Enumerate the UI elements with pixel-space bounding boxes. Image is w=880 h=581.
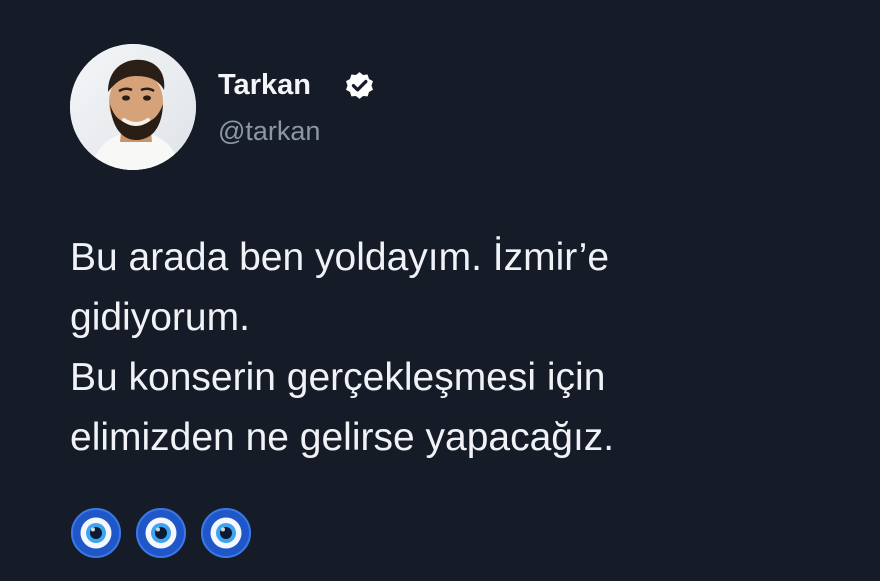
emoji-row (70, 507, 252, 559)
verified-badge-icon (346, 72, 373, 99)
tweet-text-line: Bu arada ben yoldayım. İzmir’e (70, 236, 610, 279)
tweet-card: Tarkan @tarkan Bu arada ben yoldayım. İz… (0, 0, 880, 581)
nazar-amulet-icon (201, 508, 251, 558)
nazar-amulet-icon (136, 508, 186, 558)
nazar-amulet-icon (71, 508, 121, 558)
tweet-text-line: elimizden ne gelirse yapacağız. (70, 416, 615, 459)
tweet-text: Bu arada ben yoldayım. İzmir’e gidiyorum… (70, 228, 850, 468)
avatar[interactable] (70, 44, 196, 170)
profile-photo-icon (70, 44, 196, 170)
display-name[interactable]: Tarkan (218, 68, 311, 102)
tweet-text-line: gidiyorum. (70, 296, 250, 339)
user-handle[interactable]: @tarkan (218, 115, 320, 147)
tweet-text-line: Bu konserin gerçekleşmesi için (70, 356, 606, 399)
